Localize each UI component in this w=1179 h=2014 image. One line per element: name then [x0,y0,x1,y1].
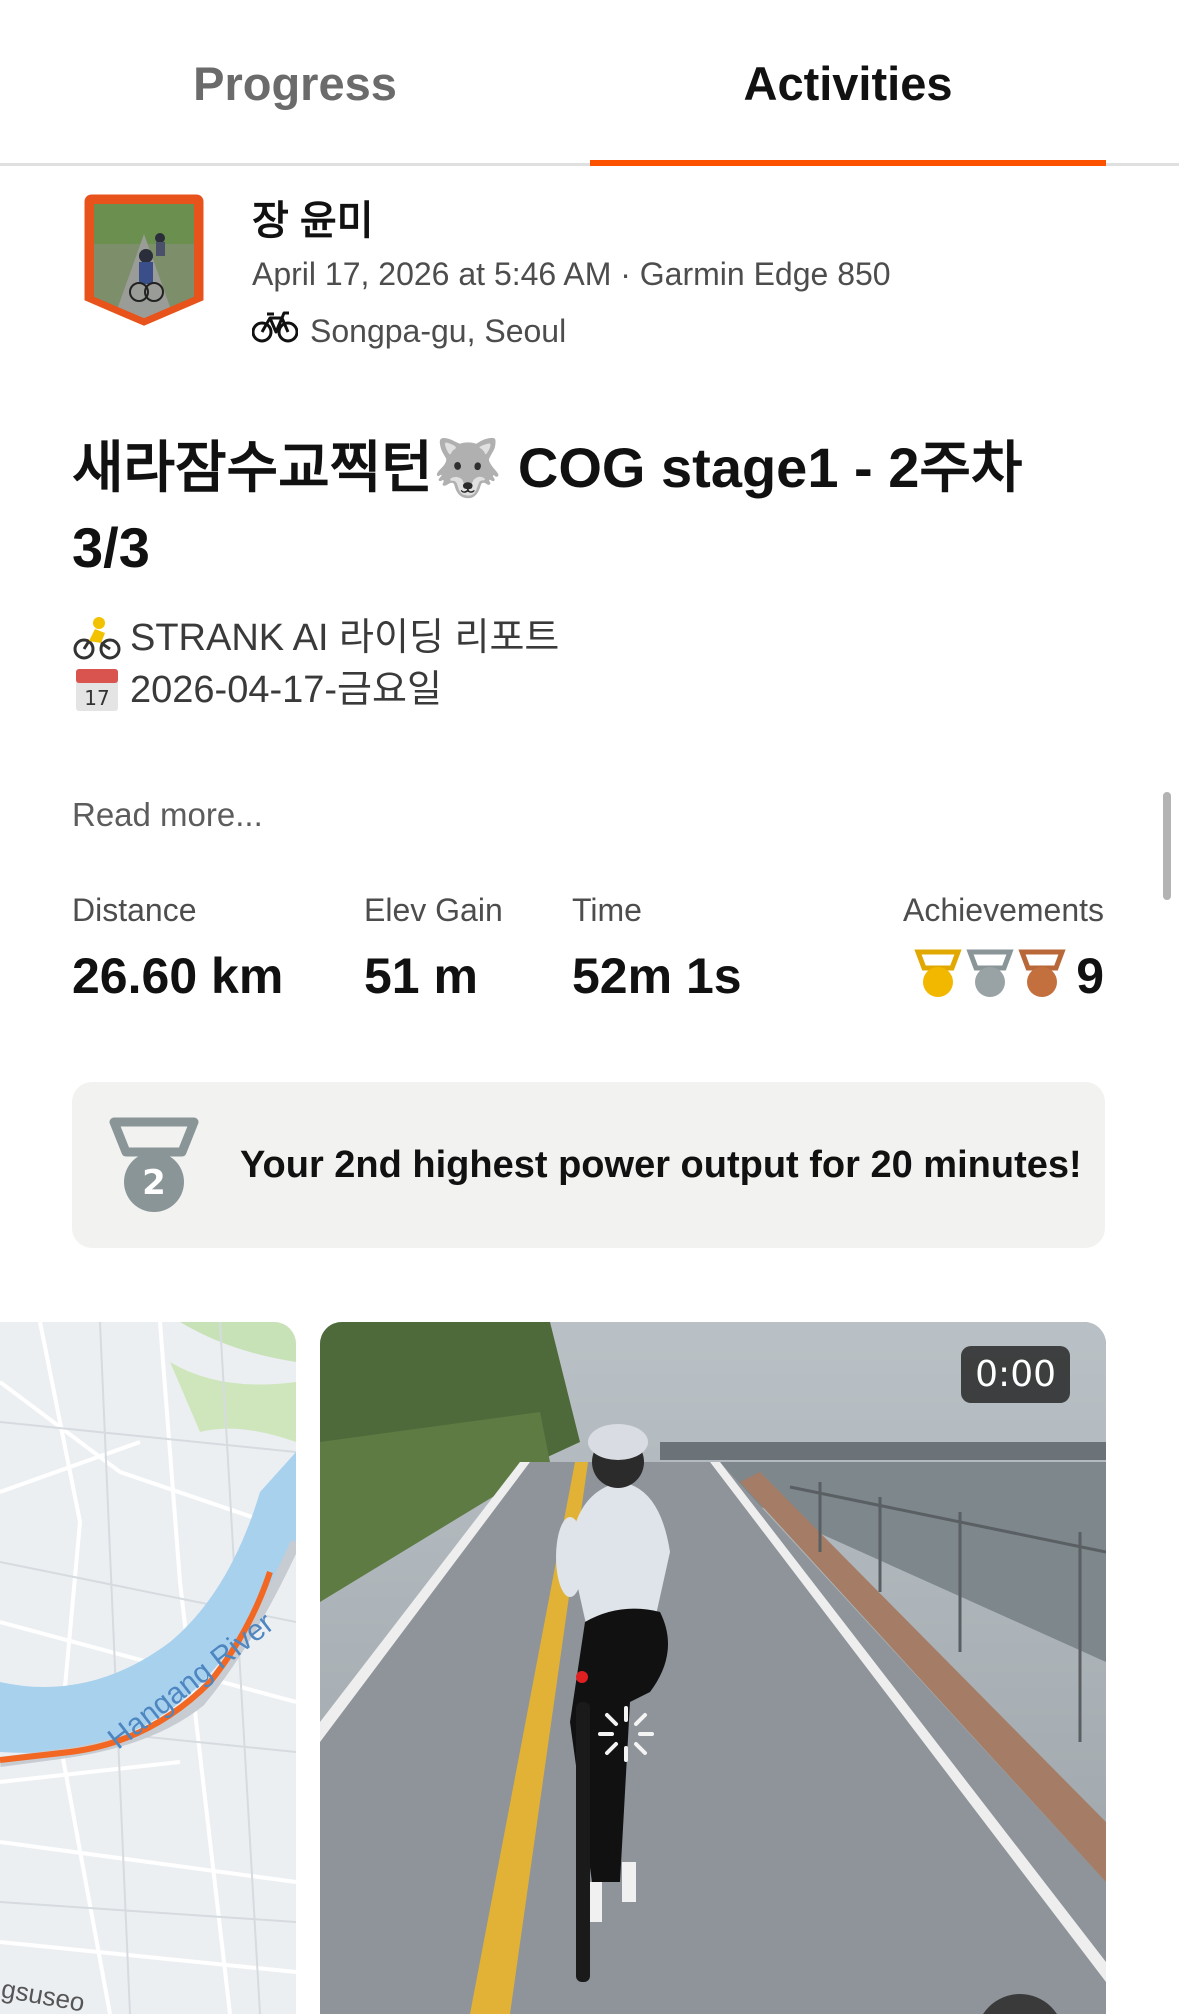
video-timestamp: 0:00 [961,1346,1070,1403]
activity-meta: April 17, 2026 at 5:46 AM · Garmin Edge … [252,256,891,292]
description-line: 17 2026-04-17-금요일 [72,664,559,716]
athlete-name[interactable]: 장 윤미 [252,188,374,246]
read-more-link[interactable]: Read more... [72,796,263,834]
stat-elev-gain: Elev Gain 51 m [364,892,503,1005]
achievements-count: 9 [1076,948,1104,1004]
calendar-emoji-icon: 17 [72,665,122,715]
medal-number: 2 [142,1163,166,1203]
achievement-medals: 9 [903,947,1104,1005]
activity-title[interactable]: 새라잠수교찍턴🐺 COG stage1 - 2주차 3/3 [72,428,1072,588]
description-text: STRANK AI 라이딩 리포트 [130,617,560,659]
bronze-medal-icon [1018,948,1066,1005]
active-tab-indicator [590,160,1106,166]
stat-distance: Distance 26.60 km [72,892,283,1005]
stat-label: Achievements [903,892,1104,928]
achievement-banner[interactable]: 2 Your 2nd highest power output for 20 m… [72,1082,1105,1248]
stat-value: 51 m [364,948,478,1004]
tab-activities[interactable]: Activities [590,0,1106,166]
stat-label: Distance [72,892,197,928]
description-line: STRANK AI 라이딩 리포트 [72,612,559,664]
activity-description: STRANK AI 라이딩 리포트 17 2026-04-17-금요일 [72,612,559,716]
stat-achievements[interactable]: Achievements 9 [903,892,1104,1005]
bicycle-icon [251,310,299,352]
stat-value: 26.60 km [72,948,284,1004]
stat-value: 52m 1s [572,948,742,1004]
silver-medal-icon [966,948,1014,1005]
tab-progress[interactable]: Progress [0,0,590,166]
tab-bar: Progress Activities [0,0,1179,166]
svg-text:17: 17 [84,686,109,710]
route-map[interactable]: Hangang River gsuseo [0,1322,296,2014]
stat-label: Elev Gain [364,892,503,928]
location-text: Songpa-gu, Seoul [310,312,567,349]
second-place-medal-icon: 2 [108,1116,200,1216]
stat-time: Time 52m 1s [572,892,742,1005]
description-text: 2026-04-17-금요일 [130,669,442,711]
cyclist-emoji-icon [72,613,122,663]
scrollbar[interactable] [1163,792,1171,900]
stat-label: Time [572,892,642,928]
activity-video[interactable]: 0:00 [320,1322,1106,2014]
location-row: Songpa-gu, Seoul [251,310,567,352]
gold-medal-icon [914,948,962,1005]
achievement-text: Your 2nd highest power output for 20 min… [240,1143,1082,1186]
avatar[interactable] [84,194,204,326]
